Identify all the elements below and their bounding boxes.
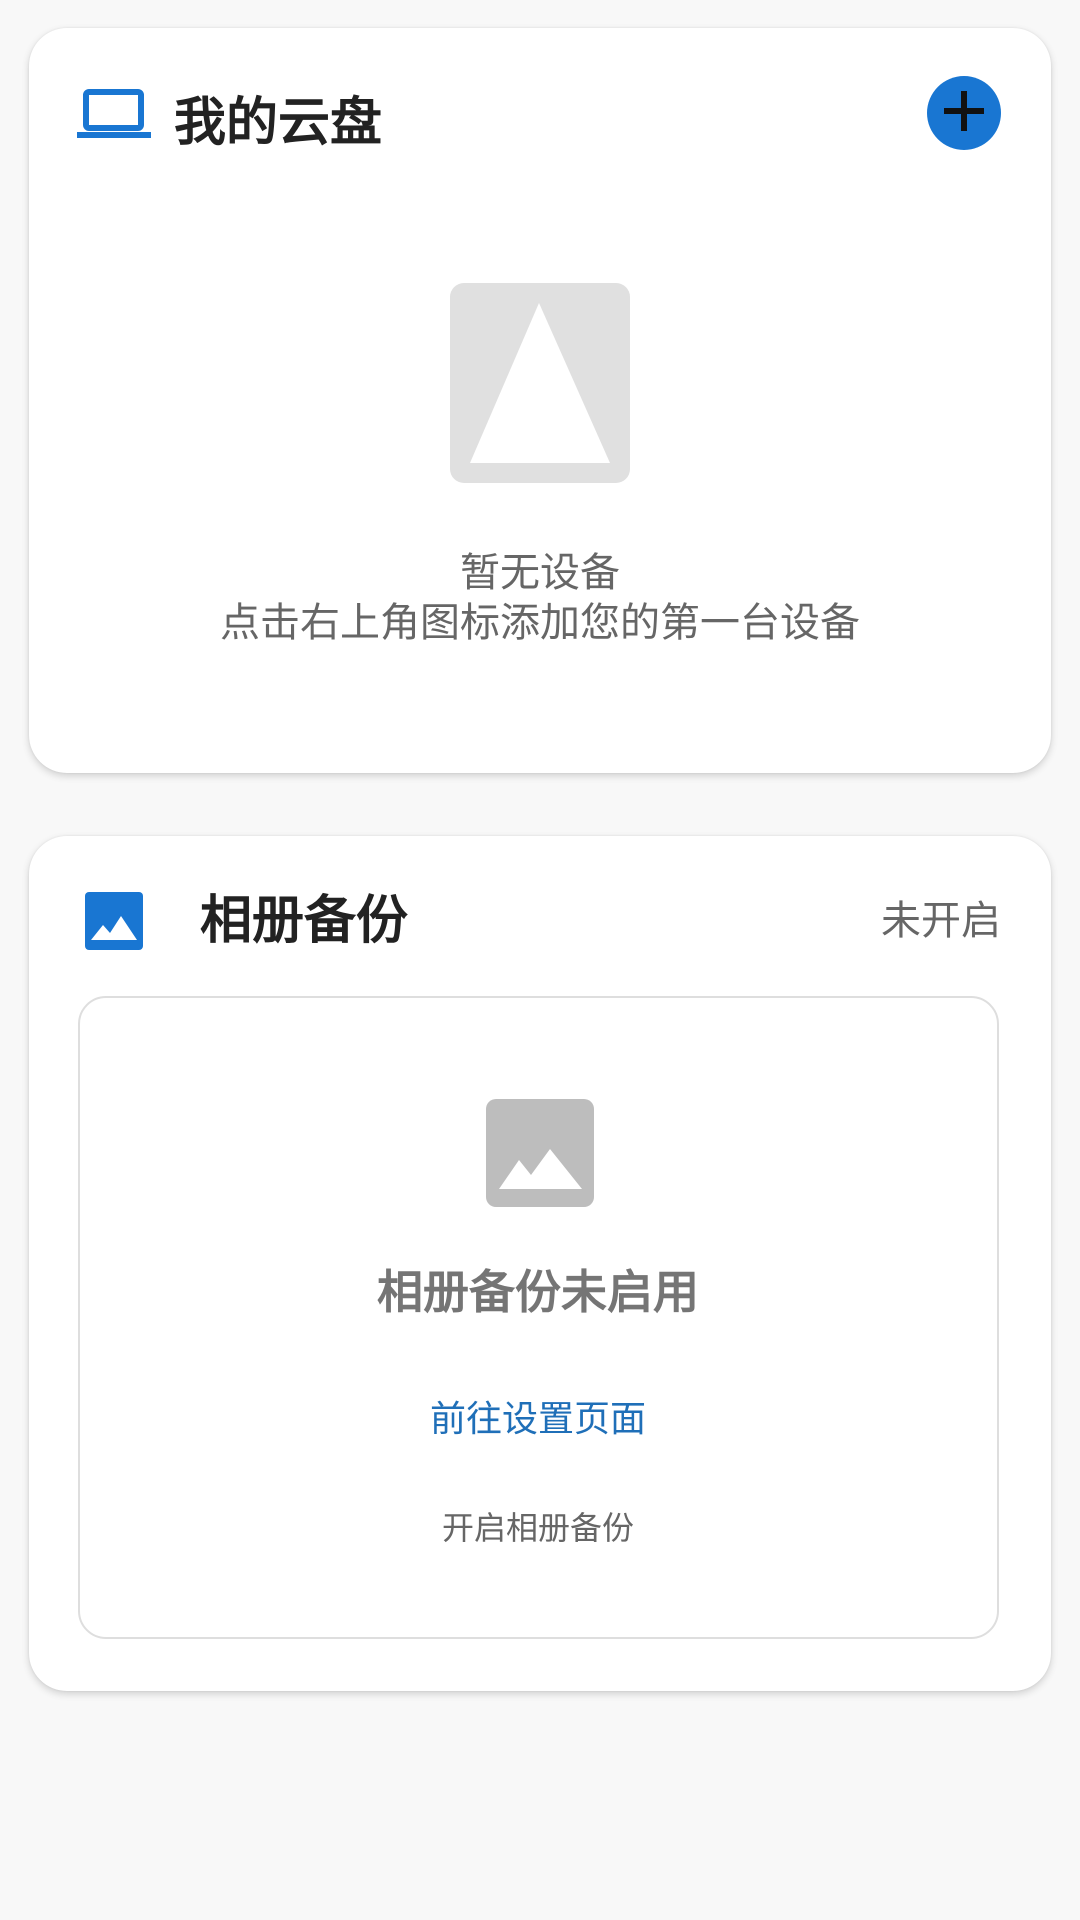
cloud-drive-title: 我的云盘 <box>174 93 383 153</box>
album-backup-card: 相册备份 未开启 相册备份未启用 前往设置页面 开启相册备份 <box>29 836 1051 1691</box>
go-to-settings-link[interactable]: 前往设置页面 <box>80 1396 996 1444</box>
cloud-drive-card: 我的云盘 暂无设备 点击右上角图标添加您的第一台设备 <box>29 28 1051 773</box>
photo-icon <box>85 892 143 950</box>
empty-state-title: 暂无设备 <box>460 550 620 596</box>
album-backup-disabled-panel: 相册备份未启用 前往设置页面 开启相册备份 <box>78 996 999 1639</box>
photo-placeholder-icon <box>486 1099 594 1207</box>
plus-icon <box>942 89 986 137</box>
laptop-icon <box>77 89 151 141</box>
image-placeholder-icon <box>450 283 630 483</box>
add-device-button[interactable] <box>927 76 1001 150</box>
album-backup-title: 相册备份 <box>200 891 409 951</box>
empty-state-hint: 点击右上角图标添加您的第一台设备 <box>220 600 860 646</box>
enable-album-backup-hint: 开启相册备份 <box>441 1509 634 1547</box>
album-backup-status[interactable]: 未开启 <box>881 896 1001 946</box>
album-disabled-title: 相册备份未启用 <box>377 1265 699 1319</box>
